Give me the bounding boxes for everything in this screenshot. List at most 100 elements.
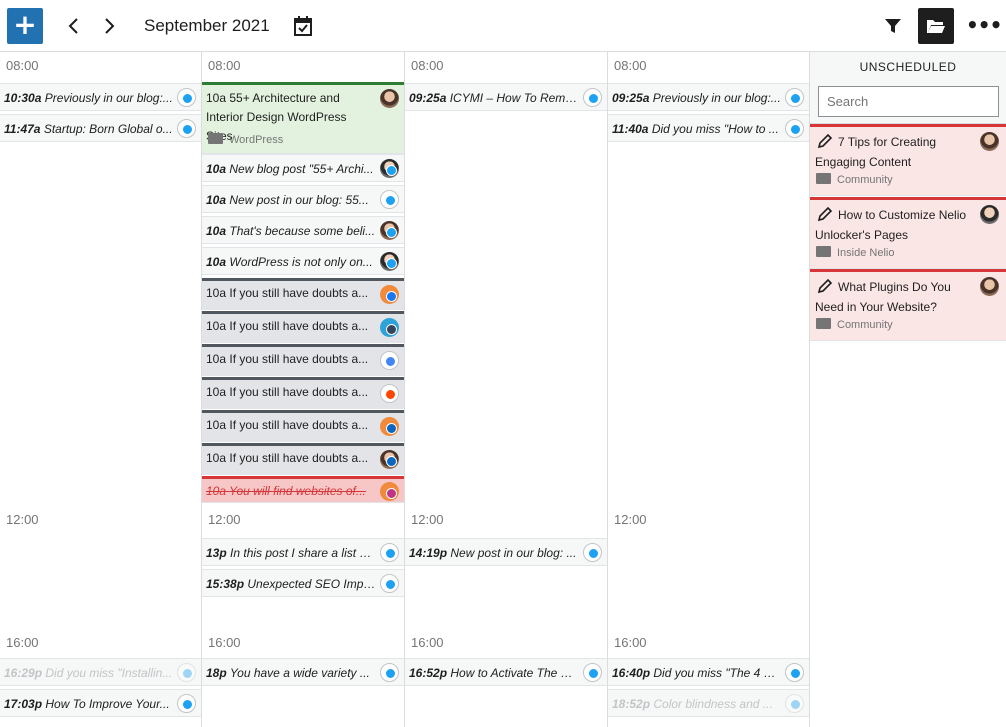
message-text: 16:29p Did you miss "Installin... [4, 666, 173, 680]
avatar [177, 88, 196, 107]
social-message[interactable]: 10:30a Previously in our blog:... [0, 83, 201, 111]
reddit-icon [385, 389, 396, 400]
social-message-pending[interactable]: 10a If you still have doubts a... [202, 410, 404, 442]
next-month-button[interactable] [97, 14, 121, 38]
message-text: 10a New blog post "55+ Archi... [206, 162, 374, 176]
hour-label: 08:00 [6, 58, 39, 73]
author-avatar [380, 221, 399, 240]
social-message[interactable]: 11:40a Did you miss "How to ... [608, 114, 809, 142]
month-title: September 2021 [144, 16, 270, 35]
message-text: 10a WordPress is not only on... [206, 255, 373, 269]
day-column: 08:00 12:00 16:00 09:25a Previously in o… [608, 52, 810, 727]
filter-icon[interactable] [883, 16, 903, 36]
add-item-button[interactable]: + [7, 8, 43, 44]
message-text: 15:38p Unexpected SEO Impli... [206, 577, 376, 591]
message-text: 16:40p Did you miss "The 4 Pi... [612, 666, 781, 680]
post-category: WordPress [208, 133, 283, 147]
social-message[interactable]: 16:52p How to Activate The N... [405, 658, 607, 686]
message-text: 10a If you still have doubts a... [206, 385, 369, 399]
chevron-left-icon [68, 18, 78, 34]
social-message[interactable]: 11:47a Startup: Born Global o... [0, 114, 201, 142]
chevron-right-icon [105, 18, 115, 34]
avatar [177, 663, 196, 682]
instagram-icon [386, 488, 397, 499]
hour-label: 12:00 [411, 512, 444, 527]
avatar [177, 119, 196, 138]
avatar [380, 574, 399, 593]
twitter-icon [790, 124, 801, 135]
unscheduled-post[interactable]: What Plugins Do You Need in Your Website… [810, 269, 1006, 341]
social-message[interactable]: 09:25a ICYMI – How To Remo... [405, 83, 607, 111]
avatar [785, 119, 804, 138]
twitter-icon [386, 258, 397, 269]
published-post[interactable]: 10a 55+ Architecture and Interior Design… [202, 82, 404, 154]
avatar [583, 663, 602, 682]
message-text: 11:40a Did you miss "How to ... [612, 122, 779, 136]
social-message-error[interactable]: 10a You will find websites of... [202, 476, 404, 503]
social-message[interactable]: 10a WordPress is not only on... [202, 247, 404, 275]
author-avatar [380, 252, 399, 271]
hour-label: 12:00 [614, 512, 647, 527]
avatar [380, 190, 399, 209]
social-message-pending[interactable]: 10a If you still have doubts a... [202, 443, 404, 475]
folder-icon [816, 173, 831, 184]
google-icon [385, 356, 396, 367]
social-message[interactable]: 16:29p Did you miss "Installin... [0, 658, 201, 686]
author-avatar [980, 132, 999, 151]
unscheduled-post[interactable]: 7 Tips for Creating Engaging Content Com… [810, 124, 1006, 196]
social-message-pending[interactable]: 10a If you still have doubts a... [202, 311, 404, 343]
unscheduled-toggle-button[interactable] [918, 8, 954, 44]
hour-label: 08:00 [614, 58, 647, 73]
hour-label: 12:00 [208, 512, 241, 527]
hour-label: 12:00 [6, 512, 39, 527]
folder-icon [816, 246, 831, 257]
hour-label: 08:00 [208, 58, 241, 73]
post-title: How to Customize Nelio Unlocker's Pages [815, 208, 967, 242]
twitter-icon [386, 165, 397, 176]
social-message[interactable]: 09:25a Previously in our blog:... [608, 83, 809, 111]
day-column: 08:00 12:00 16:00 10a 55+ Architecture a… [202, 52, 405, 727]
message-text: 10a New post in our blog: 55... [206, 193, 369, 207]
search-input[interactable] [818, 86, 999, 117]
twitter-icon [790, 699, 801, 710]
calendar-today-icon[interactable] [293, 15, 313, 37]
author-avatar [380, 318, 399, 337]
social-message-pending[interactable]: 10a If you still have doubts a... [202, 377, 404, 409]
author-avatar [380, 450, 399, 469]
author-avatar [380, 417, 399, 436]
social-message-pending[interactable]: 10a If you still have doubts a... [202, 344, 404, 376]
social-message[interactable]: 13p In this post I share a list o... [202, 538, 404, 566]
social-message[interactable]: 15:38p Unexpected SEO Impli... [202, 569, 404, 597]
hour-label: 16:00 [6, 635, 39, 650]
previous-month-button[interactable] [62, 14, 86, 38]
author-avatar [380, 285, 399, 304]
social-message[interactable]: 10a New post in our blog: 55... [202, 185, 404, 213]
avatar [380, 663, 399, 682]
linkedin-icon [386, 423, 397, 434]
social-message[interactable]: 16:40p Did you miss "The 4 Pi... [608, 658, 809, 686]
social-message[interactable]: 10a New blog post "55+ Archi... [202, 154, 404, 182]
hour-label: 16:00 [208, 635, 241, 650]
author-avatar [980, 277, 999, 296]
twitter-icon [182, 668, 193, 679]
twitter-icon [386, 227, 397, 238]
message-text: 11:47a Startup: Born Global o... [4, 122, 173, 136]
avatar [380, 384, 399, 403]
message-text: 13p In this post I share a list o... [206, 546, 376, 560]
avatar [583, 543, 602, 562]
social-message[interactable]: 10a That's because some beli... [202, 216, 404, 244]
message-text: 16:52p How to Activate The N... [409, 666, 579, 680]
unscheduled-post[interactable]: How to Customize Nelio Unlocker's Pages … [810, 197, 1006, 269]
more-options-button[interactable]: ••• [966, 12, 1002, 40]
post-category: Inside Nelio [816, 246, 894, 260]
social-message[interactable]: 18p You have a wide variety ... [202, 658, 404, 686]
social-message[interactable]: 14:19p New post in our blog: ... [405, 538, 607, 566]
twitter-icon [588, 548, 599, 559]
author-avatar [380, 482, 399, 501]
social-message[interactable]: 18:52p Color blindness and ... [608, 689, 809, 717]
social-message[interactable]: 17:03p How To Improve Your... [0, 689, 201, 717]
post-title: 7 Tips for Creating Engaging Content [815, 135, 937, 169]
social-message-pending[interactable]: 10a If you still have doubts a... [202, 278, 404, 310]
avatar [177, 694, 196, 713]
twitter-icon [790, 93, 801, 104]
